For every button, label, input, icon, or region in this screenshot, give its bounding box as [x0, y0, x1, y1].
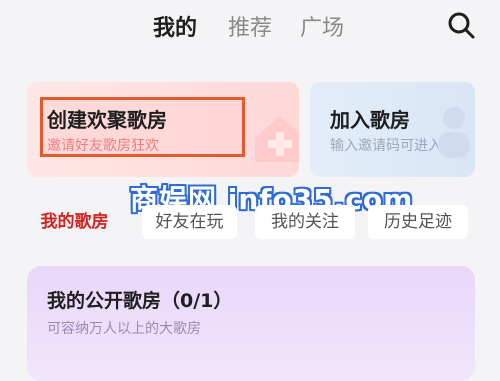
tab-recommend[interactable]: 推荐 [228, 10, 272, 42]
subtab-friends-playing[interactable]: 好友在玩 [142, 205, 237, 239]
people-icon [430, 102, 475, 160]
public-room-subtitle: 可容纳万人以上的大歌房 [47, 321, 201, 337]
join-room-title: 加入歌房 [330, 108, 410, 132]
public-room-title: 我的公开歌房（0/1） [47, 290, 233, 312]
create-room-card[interactable]: 创建欢聚歌房 邀请好友歌房狂欢 [27, 82, 299, 177]
tab-square[interactable]: 广场 [300, 10, 344, 42]
subtab-my-rooms[interactable]: 我的歌房 [27, 205, 122, 239]
create-room-subtitle: 邀请好友歌房狂欢 [47, 138, 159, 154]
join-room-card[interactable]: 加入歌房 输入邀请码可进入 [310, 82, 475, 177]
create-room-title: 创建欢聚歌房 [47, 108, 167, 132]
tab-mine[interactable]: 我的 [153, 10, 197, 42]
top-navigation: 我的 推荐 广场 [0, 0, 500, 52]
subtab-following[interactable]: 我的关注 [255, 205, 355, 239]
subtab-history[interactable]: 历史足迹 [368, 205, 468, 239]
public-room-card[interactable]: 我的公开歌房（0/1） 可容纳万人以上的大歌房 [27, 266, 475, 381]
join-room-subtitle: 输入邀请码可进入 [330, 138, 442, 154]
search-icon[interactable] [446, 10, 476, 40]
house-plus-icon [245, 110, 299, 165]
